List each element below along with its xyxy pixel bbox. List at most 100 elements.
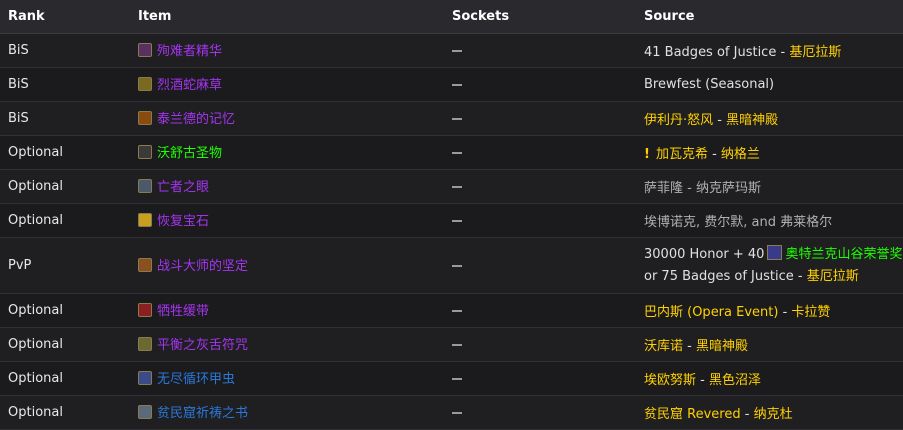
zone-link[interactable]: 黑暗神殿 [696, 339, 748, 354]
sockets-cell [444, 33, 636, 68]
item-link[interactable]: 无尽循环甲虫 [157, 368, 235, 387]
table-row: Optional 沃舒古圣物 ! 加瓦克希 - 纳格兰 [0, 135, 903, 170]
item-cell: 烈酒蛇麻草 [130, 67, 444, 102]
medal-icon [767, 244, 783, 260]
header-sockets[interactable]: Sockets [444, 0, 636, 34]
source-cell: 埃博诺克, 费尔默, and 弗莱格尔 [636, 203, 903, 238]
item-cell: 泰兰德的记忆 [130, 101, 444, 136]
honor-cost: 30000 Honor + 40 [644, 246, 765, 262]
item-icon[interactable] [138, 178, 152, 193]
item-cell: 平衡之灰舌符咒 [130, 327, 444, 362]
header-rank[interactable]: Rank [0, 0, 130, 34]
sockets-cell [444, 135, 636, 170]
zone-link[interactable]: 纳克杜 [754, 407, 793, 422]
item-icon[interactable] [138, 110, 152, 125]
rank-cell: Optional [0, 135, 130, 170]
table-row: Optional 亡者之眼 萨菲隆 - 纳克萨玛斯 [0, 169, 903, 204]
source-cell: ! 加瓦克希 - 纳格兰 [636, 135, 903, 170]
source-separator: - [793, 268, 807, 284]
source-line-1: 30000 Honor + 40 奥特兰克山谷荣誉奖章 [644, 244, 903, 266]
item-cell: 亡者之眼 [130, 169, 444, 204]
source-cell: 30000 Honor + 40 奥特兰克山谷荣誉奖章 or 75 Badges … [636, 237, 903, 294]
source-cell: 沃库诺 - 黑暗神殿 [636, 327, 903, 362]
item-link[interactable]: 牺牲缓带 [157, 300, 209, 319]
item-icon[interactable] [138, 144, 152, 159]
item-link[interactable]: 殉难者精华 [157, 40, 222, 59]
npc-link[interactable]: 埃欧努斯 [644, 373, 696, 388]
zone-link[interactable]: 黑暗神殿 [726, 113, 778, 128]
table-row: BiS 烈酒蛇麻草 Brewfest (Seasonal) [0, 67, 903, 102]
sockets-cell [444, 327, 636, 362]
zone-link[interactable]: 卡拉赞 [791, 305, 830, 320]
npc-link[interactable]: 沃库诺 [644, 339, 683, 354]
item-link[interactable]: 战斗大师的坚定 [157, 255, 248, 274]
item-icon[interactable] [138, 370, 152, 385]
zone-link[interactable]: 黑色沼泽 [709, 373, 761, 388]
table-row: BiS 殉难者精华 41 Badges of Justice - 基厄拉斯 [0, 33, 903, 68]
item-link[interactable]: 平衡之灰舌符咒 [157, 334, 248, 353]
sockets-cell [444, 101, 636, 136]
npc-text: 萨菲隆 [644, 181, 684, 196]
source-cell: 巴内斯 (Opera Event) - 卡拉赞 [636, 293, 903, 328]
zone-link[interactable]: 基厄拉斯 [807, 269, 859, 284]
npc-link[interactable]: 伊利丹·怒风 [644, 113, 713, 128]
rank-cell: Optional [0, 361, 130, 396]
sockets-cell [444, 395, 636, 430]
item-link[interactable]: 贫民窟祈祷之书 [157, 402, 248, 421]
no-socket-dash [452, 49, 462, 52]
no-socket-dash [452, 83, 462, 86]
table-row: Optional 贫民窟祈祷之书 贫民窟 Revered - 纳克杜 [0, 395, 903, 430]
item-link[interactable]: 沃舒古圣物 [157, 142, 222, 161]
table-row: Optional 平衡之灰舌符咒 沃库诺 - 黑暗神殿 [0, 327, 903, 362]
item-cell: 沃舒古圣物 [130, 135, 444, 170]
item-link[interactable]: 亡者之眼 [157, 176, 209, 195]
source-cell: 41 Badges of Justice - 基厄拉斯 [636, 33, 903, 68]
no-socket-dash [452, 377, 462, 380]
item-link[interactable]: 恢复宝石 [157, 210, 209, 229]
no-socket-dash [452, 264, 462, 267]
item-icon[interactable] [138, 76, 152, 91]
item-icon[interactable] [138, 212, 152, 227]
header-source[interactable]: Source [636, 0, 903, 34]
faction-link[interactable]: 贫民窟 Revered [644, 407, 741, 422]
header-row: Rank Item Sockets Source [0, 0, 903, 34]
sockets-cell [444, 293, 636, 328]
no-socket-dash [452, 151, 462, 154]
item-icon[interactable] [138, 42, 152, 57]
item-icon[interactable] [138, 404, 152, 419]
zone-link[interactable]: 纳格兰 [721, 147, 760, 162]
item-icon[interactable] [138, 257, 152, 272]
sockets-cell [444, 67, 636, 102]
badge-cost: or 75 Badges of Justice [644, 268, 794, 284]
source-cell: 贫民窟 Revered - 纳克杜 [636, 395, 903, 430]
source-separator: - [683, 339, 696, 354]
source-separator: - [696, 373, 709, 388]
rank-cell: Optional [0, 169, 130, 204]
npc-link[interactable]: 巴内斯 (Opera Event) [644, 305, 778, 320]
source-cell: 萨菲隆 - 纳克萨玛斯 [636, 169, 903, 204]
npc-link[interactable]: 加瓦克希 [656, 147, 708, 162]
source-separator: - [707, 147, 721, 162]
no-socket-dash [452, 219, 462, 222]
sockets-cell [444, 361, 636, 396]
item-cell: 殉难者精华 [130, 33, 444, 68]
item-link[interactable]: 泰兰德的记忆 [157, 108, 235, 127]
quest-icon: ! [644, 147, 650, 162]
source-cell: Brewfest (Seasonal) [636, 67, 903, 102]
table-row: PvP 战斗大师的坚定 30000 Honor + 40 奥特兰克山谷荣誉奖章 o… [0, 237, 903, 294]
rank-cell: Optional [0, 327, 130, 362]
item-icon[interactable] [138, 302, 152, 317]
no-socket-dash [452, 343, 462, 346]
header-item[interactable]: Item [130, 0, 444, 34]
item-cell: 牺牲缓带 [130, 293, 444, 328]
item-icon[interactable] [138, 336, 152, 351]
item-link[interactable]: 烈酒蛇麻草 [157, 74, 222, 93]
zone-link[interactable]: 基厄拉斯 [789, 45, 841, 60]
item-cell: 无尽循环甲虫 [130, 361, 444, 396]
currency-link[interactable]: 奥特兰克山谷荣誉奖章 [785, 247, 903, 262]
source-line-2: or 75 Badges of Justice - 基厄拉斯 [644, 266, 903, 288]
no-socket-dash [452, 309, 462, 312]
item-cell: 战斗大师的坚定 [130, 237, 444, 294]
rank-cell: Optional [0, 293, 130, 328]
source-text: Brewfest (Seasonal) [644, 77, 775, 92]
